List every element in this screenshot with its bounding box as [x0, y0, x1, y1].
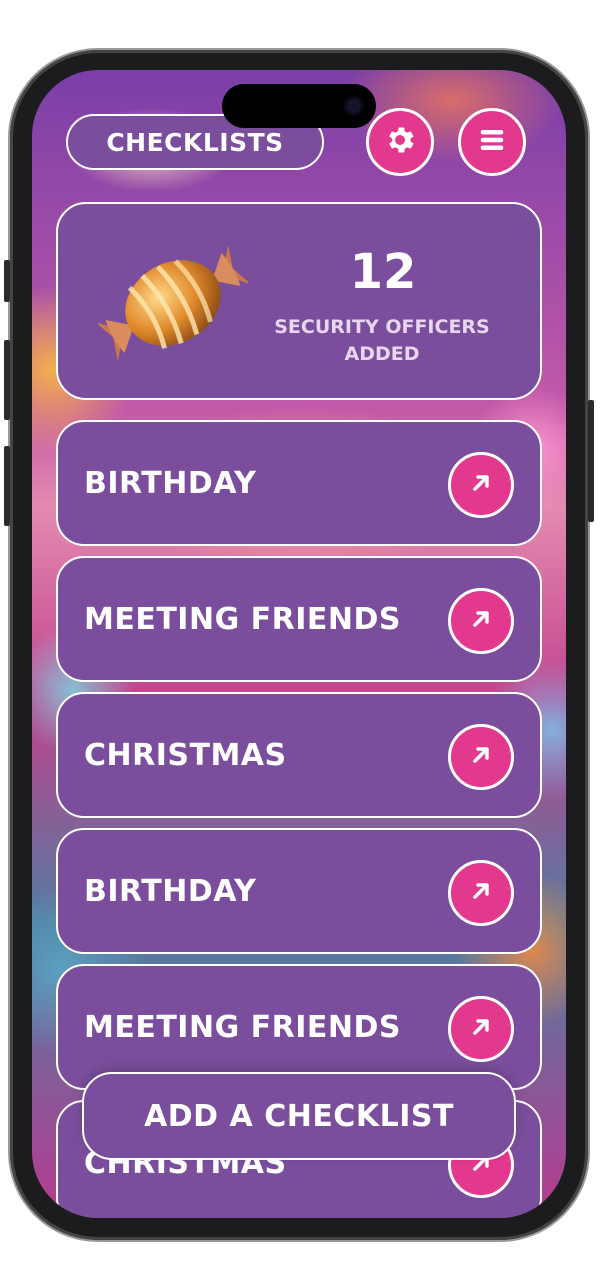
gear-icon	[383, 123, 417, 161]
checklist-item-label: MEETING FRIENDS	[84, 1009, 402, 1045]
arrow-up-right-icon	[469, 1015, 493, 1043]
arrow-up-right-icon	[469, 879, 493, 907]
arrow-up-right-icon	[469, 607, 493, 635]
arrow-up-right-icon	[469, 743, 493, 771]
stats-card: 12 SECURITY OFFICERS ADDED	[56, 202, 542, 400]
arrow-up-right-icon	[469, 471, 493, 499]
checklist-item-birthday[interactable]: BIRTHDAY	[56, 420, 542, 546]
checklist-item-label: MEETING FRIENDS	[84, 601, 402, 637]
open-checklist-button[interactable]	[448, 588, 514, 654]
add-checklist-button[interactable]: ADD A CHECKLIST	[82, 1072, 516, 1160]
open-checklist-button[interactable]	[448, 452, 514, 518]
volume-down-button	[4, 446, 10, 526]
checklist-item-label: BIRTHDAY	[84, 873, 257, 909]
camera-icon	[344, 96, 364, 116]
menu-button[interactable]	[458, 108, 526, 176]
dynamic-island	[222, 84, 376, 128]
checklist-item-label: CHRISTMAS	[84, 737, 287, 773]
app-screen: CHECKLISTS 12 SECURITY OFFICERS ADDED BI…	[32, 70, 566, 1218]
checklist-item-birthday[interactable]: BIRTHDAY	[56, 828, 542, 954]
open-checklist-button[interactable]	[448, 996, 514, 1062]
settings-button[interactable]	[366, 108, 434, 176]
checklist-item-label: BIRTHDAY	[84, 465, 257, 501]
open-checklist-button[interactable]	[448, 724, 514, 790]
volume-up-button	[4, 340, 10, 420]
silent-switch	[4, 260, 10, 302]
officer-count-label: SECURITY OFFICERS ADDED	[274, 316, 490, 365]
hamburger-menu-icon	[477, 125, 507, 159]
open-checklist-button[interactable]	[448, 860, 514, 926]
checklist-item-christmas[interactable]: CHRISTMAS	[56, 692, 542, 818]
officer-count: 12	[349, 244, 417, 300]
power-button	[588, 400, 594, 522]
checklist-item-meeting-friends[interactable]: MEETING FRIENDS	[56, 556, 542, 682]
wrapped-candy-icon	[94, 228, 252, 378]
